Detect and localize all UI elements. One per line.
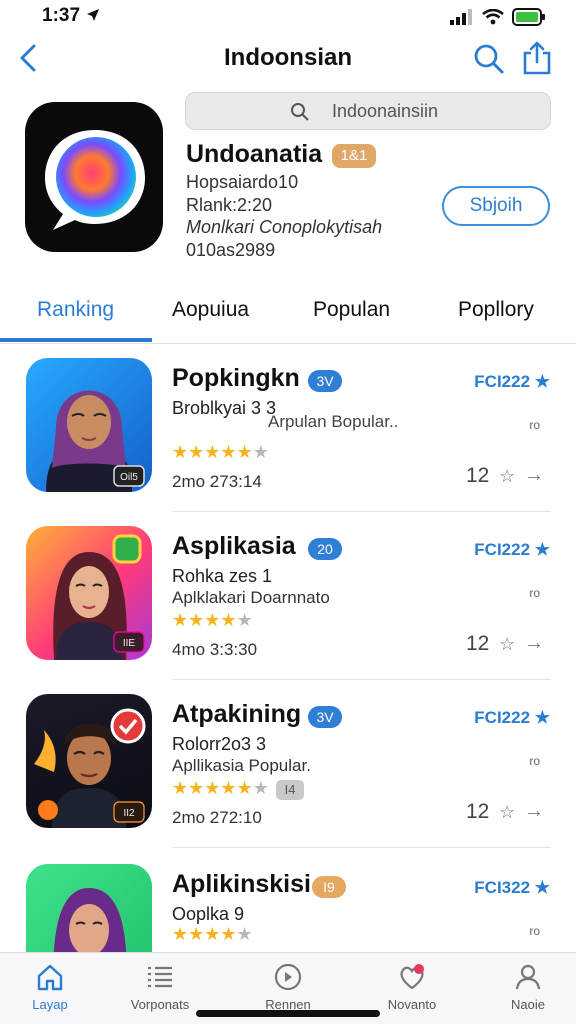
row-count: 12 [466,632,490,655]
status-bar: 1:37 [0,0,576,32]
get-button[interactable]: Sbjoih [442,186,550,226]
app-meta-line-4: 010as2989 [186,240,276,260]
row-title: Asplikasia [172,532,296,560]
row-date: 2mo 272:10 [172,808,262,827]
app-thumbnail: IIE [26,526,152,660]
app-meta-line-1: Hopsaiardo10 [186,172,299,192]
row-subtitle: Rohka zes 1 [172,566,273,586]
row-date: 2mo 273:14 [172,472,262,491]
app-thumbnail [26,864,152,952]
tab-bar-item-layap[interactable]: Layap [0,961,100,1012]
row-price[interactable]: FCI222 ★ [474,708,550,728]
divider [172,847,551,848]
tab-bar-label: Vorponats [130,997,190,1012]
location-arrow-icon [87,9,99,21]
wifi-icon [482,9,504,25]
battery-icon [512,8,545,26]
app-name: Undoanatia [186,140,323,168]
app-icon[interactable] [25,102,163,252]
row-price[interactable]: FCI322 ★ [474,878,550,898]
row-description: Arpulan Bopular.. [268,412,399,431]
row-small-label: ro [529,754,540,768]
tab-bar-item-vorponats[interactable]: Vorponats [110,961,210,1012]
status-icons [450,8,546,26]
profile-icon [515,964,541,990]
avatar-woman-icon: IIE [53,534,145,660]
thumb-badge: Oil5 [120,472,138,483]
avatar-woman-purple-hair-icon [53,888,127,952]
row-small-label: ro [529,586,540,600]
row-pill: 20 [308,538,342,560]
avatar-man-icon: II2 [34,708,146,828]
row-title: Atpakining [172,700,302,728]
star-rating: ★★★★★ [172,924,253,944]
tab-active-indicator [0,338,152,342]
row-small-label: ro [529,418,540,432]
segment-tabs: Ranking Aopuiua Populan Popllory [0,288,576,344]
row-pill: 3V [308,370,342,392]
star-rating: ★★★★★★ [172,442,269,462]
tab-ranking[interactable]: Ranking [37,298,114,322]
app-meta-line-3: Monlkari Conoplokytisah [186,217,383,237]
row-price[interactable]: FCI222 ★ [474,372,550,392]
home-icon [37,964,63,991]
tab-aopuiua[interactable]: Aopuiua [172,298,249,322]
avatar-hijab-woman-icon: Oil5 [46,390,145,492]
row-subtitle: Rolorr2o3 3 [172,734,267,754]
discover-icon [274,963,302,991]
row-small-label: ro [529,924,540,938]
list-item[interactable]: Oil5 Popkingkn 3V Broblkyai 3 3 Arpulan … [0,344,576,512]
row-price[interactable]: FCI222 ★ [474,540,550,560]
app-thumbnail: Oil5 [26,358,152,492]
arrow-right-icon[interactable]: → [524,800,544,823]
arrow-right-icon[interactable]: → [524,464,544,487]
chat-bubble-logo-icon [45,130,145,230]
row-description: Apllikasia Popular. [172,756,311,775]
search-field[interactable]: Indoonainsiin [185,92,551,130]
star-rating: ★★★★★ [172,610,253,630]
list-item[interactable]: II2 Atpakining 3V Rolorr2o3 3 Apllikasia… [0,680,576,848]
row-date: 4mo 3:3:30 [172,640,258,659]
thumb-badge: IIE [123,638,136,649]
search-icon[interactable] [472,42,506,76]
row-subtitle: Broblkyai 3 3 [172,398,277,418]
nav-bar: Indoonsian [0,36,576,82]
row-subtitle: Ooplka 9 [172,904,245,924]
row-pill: 3V [308,706,342,728]
tab-bar-item-rennen[interactable]: Rennen [238,961,338,1012]
tab-bar-label: Layap [32,997,68,1012]
row-description: Aplklakari Doarnnato [172,588,330,607]
tab-bar-item-novanto[interactable]: Novanto [362,961,462,1012]
tab-popllory[interactable]: Popllory [458,298,534,322]
list-item[interactable]: Aplikinskisi I9 Ooplka 9 ★★★★★ FCI322 ★ … [0,850,576,952]
row-count: 12 [466,464,490,487]
row-title: Popkingkn [172,364,300,392]
star-outline-icon[interactable]: ☆ [499,802,515,823]
status-time: 1:37 [42,5,81,26]
thumb-badge: II2 [123,808,135,819]
heart-icon [400,964,424,990]
search-placeholder: Indoonainsiin [331,101,439,121]
tab-bar-item-naoie[interactable]: Naoie [478,961,576,1012]
app-meta-line-2: Rlank:2:20 [186,195,273,215]
star-rating: ★★★★★★ [172,778,269,798]
list-icon [148,966,172,988]
row-title: Aplikinskisi [172,870,311,898]
star-outline-icon[interactable]: ☆ [499,634,515,655]
tab-populan[interactable]: Populan [313,298,390,322]
row-pill: I9 [312,876,346,898]
row-count: 12 [466,800,490,823]
list-item[interactable]: IIE Asplikasia 20 Rohka zes 1 Aplklakari… [0,512,576,680]
signal-icon [450,9,472,25]
arrow-right-icon[interactable]: → [524,632,544,655]
app-badge: 1&1 [332,144,376,168]
star-outline-icon[interactable]: ☆ [499,466,515,487]
row-chip: I4 [276,780,304,800]
share-icon[interactable] [520,40,554,76]
app-thumbnail: II2 [26,694,152,828]
home-indicator [196,1010,380,1017]
tab-bar-label: Naoie [511,997,545,1012]
